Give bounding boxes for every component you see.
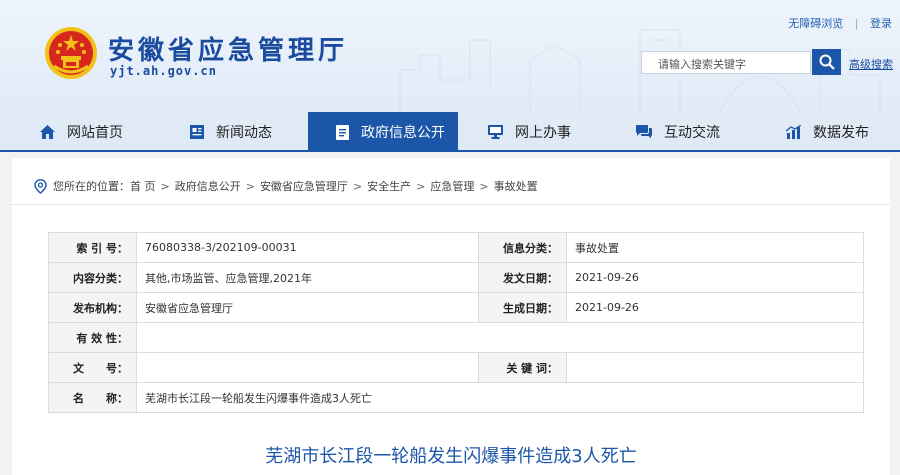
document-metadata-table: 索 引 号： 76080338-3/202109-00031 信息分类： 事故处…: [48, 232, 864, 413]
table-row: 发布机构： 安徽省应急管理厅 生成日期： 2021-09-26: [48, 292, 864, 323]
chart-icon: [786, 125, 801, 139]
keywords-label: 关 键 词：: [478, 352, 567, 383]
table-row: 内容分类： 其他,市场监管、应急管理,2021年 发文日期： 2021-09-2…: [48, 262, 864, 293]
nav-item-data-release-label: 数据发布: [813, 125, 869, 141]
nav-underline: [0, 150, 900, 152]
nav-item-home[interactable]: 网站首页: [40, 112, 123, 152]
article-title: 芜湖市长江段一轮船发生闪爆事件造成3人死亡: [265, 446, 637, 467]
generation-date-value: 2021-09-26: [566, 292, 864, 323]
site-title[interactable]: 安徽省应急管理厅: [108, 30, 348, 67]
nav-item-online-service[interactable]: 网上办事: [488, 112, 571, 152]
table-row: 文 号： 关 键 词：: [48, 352, 864, 383]
name-value: 芜湖市长江段一轮船发生闪爆事件造成3人死亡: [136, 382, 864, 413]
breadcrumb-emergency[interactable]: 应急管理: [430, 178, 474, 194]
accessible-browse-link[interactable]: 无障碍浏览: [788, 17, 843, 30]
search-button[interactable]: [812, 49, 841, 75]
login-link[interactable]: 登录: [870, 17, 892, 30]
validity-value: [136, 322, 864, 353]
top-links: 无障碍浏览 | 登录: [788, 15, 892, 31]
document-icon: [336, 124, 349, 140]
main-nav: 网站首页 新闻动态 政府信息公开 网上办事 互动交流 数据发布: [0, 112, 900, 152]
content-category-label: 内容分类：: [48, 262, 137, 293]
publish-date-value: 2021-09-26: [566, 262, 864, 293]
nav-item-data-release[interactable]: 数据发布: [786, 112, 869, 152]
location-pin-icon: [34, 178, 47, 194]
search-icon: [819, 54, 835, 70]
breadcrumb-separator: >: [479, 179, 489, 193]
nav-item-interaction-label: 互动交流: [664, 125, 720, 141]
index-number-label: 索 引 号：: [48, 232, 137, 263]
national-emblem-icon: [45, 27, 97, 79]
breadcrumb: 您所在的位置： 首 页 > 政府信息公开 > 安徽省应急管理厅 > 安全生产 >…: [34, 178, 538, 194]
breadcrumb-department[interactable]: 安徽省应急管理厅: [260, 178, 348, 194]
table-row: 索 引 号： 76080338-3/202109-00031 信息分类： 事故处…: [48, 232, 864, 263]
breadcrumb-safety[interactable]: 安全生产: [367, 178, 411, 194]
search-input[interactable]: 请输入搜索关键字: [641, 51, 811, 74]
nav-item-gov-info-label: 政府信息公开: [361, 125, 445, 141]
content-category-value: 其他,市场监管、应急管理,2021年: [136, 262, 479, 293]
nav-item-gov-info[interactable]: 政府信息公开: [308, 112, 458, 152]
publishing-org-value: 安徽省应急管理厅: [136, 292, 479, 323]
publishing-org-label: 发布机构：: [48, 292, 137, 323]
site-domain: yjt.ah.gov.cn: [110, 64, 217, 78]
breadcrumb-separator: >: [160, 179, 170, 193]
publish-date-label: 发文日期：: [478, 262, 567, 293]
nav-item-news-label: 新闻动态: [216, 125, 272, 141]
breadcrumb-separator: >: [416, 179, 426, 193]
breadcrumb-prefix: 您所在的位置：: [53, 180, 130, 193]
top-links-separator: |: [854, 17, 859, 30]
news-icon: [190, 125, 204, 139]
nav-item-online-service-label: 网上办事: [515, 125, 571, 141]
breadcrumb-separator: >: [245, 179, 255, 193]
home-icon: [40, 125, 55, 139]
nav-item-news[interactable]: 新闻动态: [190, 112, 272, 152]
breadcrumb-divider: [12, 204, 890, 205]
advanced-search-link[interactable]: 高级搜索: [849, 56, 893, 72]
nav-item-home-label: 网站首页: [67, 125, 123, 141]
table-row: 名 称： 芜湖市长江段一轮船发生闪爆事件造成3人死亡: [48, 382, 864, 413]
document-number-value: [136, 352, 479, 383]
chat-icon: [636, 125, 652, 139]
document-number-label: 文 号：: [48, 352, 137, 383]
index-number-value: 76080338-3/202109-00031: [136, 232, 479, 263]
table-row: 有 效 性：: [48, 322, 864, 353]
site-header: 安徽省应急管理厅 yjt.ah.gov.cn 无障碍浏览 | 登录 请输入搜索关…: [0, 0, 900, 152]
keywords-value: [566, 352, 864, 383]
breadcrumb-home[interactable]: 首 页: [130, 178, 156, 194]
validity-label: 有 效 性：: [48, 322, 137, 353]
info-category-value: 事故处置: [566, 232, 864, 263]
main-content: 您所在的位置： 首 页 > 政府信息公开 > 安徽省应急管理厅 > 安全生产 >…: [12, 158, 890, 475]
breadcrumb-current[interactable]: 事故处置: [494, 178, 538, 194]
nav-item-interaction[interactable]: 互动交流: [636, 112, 720, 152]
breadcrumb-separator: >: [352, 179, 363, 193]
breadcrumb-gov-info[interactable]: 政府信息公开: [175, 178, 241, 194]
monitor-icon: [488, 125, 503, 139]
name-label: 名 称：: [48, 382, 137, 413]
generation-date-label: 生成日期：: [478, 292, 567, 323]
info-category-label: 信息分类：: [478, 232, 567, 263]
